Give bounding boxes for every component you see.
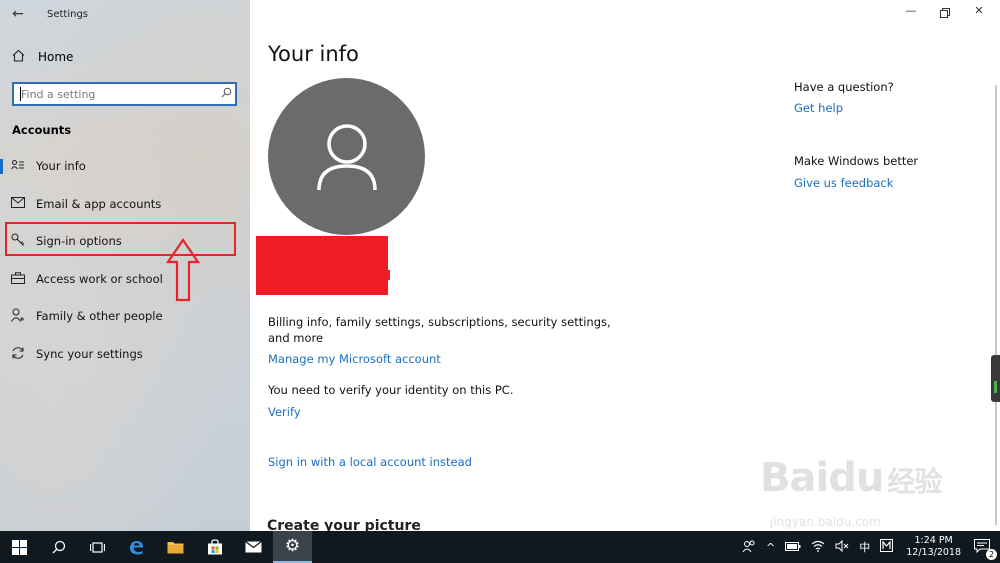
app-title: Settings <box>47 8 89 20</box>
home-label: Home <box>38 50 74 64</box>
store-bag-icon <box>207 539 222 555</box>
store-button[interactable] <box>195 531 234 563</box>
sidebar-item-sync-settings[interactable]: Sync your settings <box>0 340 250 368</box>
improve-heading: Make Windows better <box>794 154 919 168</box>
gear-icon: ⚙ <box>284 536 301 556</box>
sidebar-item-email-app-accounts[interactable]: Email & app accounts <box>0 190 250 218</box>
mail-icon <box>245 541 262 553</box>
mail-button[interactable] <box>234 531 273 563</box>
sidebar-item-label: Email & app accounts <box>36 197 162 211</box>
people-icon[interactable] <box>737 539 761 556</box>
home-nav-item[interactable]: Home <box>12 47 73 67</box>
account-description: Billing info, family settings, subscript… <box>268 315 611 345</box>
file-explorer-button[interactable] <box>156 531 195 563</box>
watermark-text: Bai <box>760 455 829 501</box>
search-icon <box>52 540 65 554</box>
redacted-name <box>256 236 388 295</box>
windows-logo-icon <box>12 539 27 555</box>
accounts-heading: Accounts <box>12 123 72 137</box>
page-title: Your info <box>268 42 359 66</box>
question-heading: Have a question? <box>794 80 894 94</box>
restore-button[interactable] <box>928 4 962 22</box>
back-button[interactable]: ← <box>0 0 36 28</box>
annotation-highlight-box <box>5 222 236 256</box>
baidu-watermark: Baidu 经验 jingyan.baidu.com <box>760 455 960 533</box>
search-placeholder: Find a setting <box>21 87 96 101</box>
task-view-icon <box>90 541 105 553</box>
system-tray: ^ 中 1:24 PM 12/13/2018 2 <box>737 531 1000 563</box>
settings-sidebar: ← Settings Home Find a setting Accounts … <box>0 0 250 531</box>
sidebar-item-access-work-school[interactable]: Access work or school <box>0 265 250 293</box>
battery-icon[interactable] <box>780 541 806 554</box>
back-arrow-icon: ← <box>12 6 24 22</box>
watermark-cn: 经验 <box>887 465 942 498</box>
minimize-button[interactable]: — <box>894 4 928 22</box>
create-picture-heading: Create your picture <box>267 518 421 531</box>
watermark-url: jingyan.baidu.com <box>770 515 881 529</box>
local-account-link[interactable]: Sign in with a local account instead <box>268 455 472 469</box>
ime-indicator[interactable]: 中 <box>854 539 875 555</box>
close-button[interactable]: ✕ <box>962 4 996 22</box>
redacted-name-edge <box>383 270 390 280</box>
clock-date: 12/13/2018 <box>906 547 961 558</box>
ime-mode-icon[interactable] <box>875 539 898 555</box>
avatar[interactable] <box>268 78 425 235</box>
edge-icon <box>130 540 143 554</box>
annotation-up-arrow <box>165 238 201 302</box>
verify-identity-text: You need to verify your identity on this… <box>268 383 514 397</box>
wifi-icon[interactable] <box>806 540 830 555</box>
close-icon: ✕ <box>974 4 984 17</box>
search-icon[interactable] <box>217 87 235 101</box>
chevron-up-icon[interactable]: ^ <box>761 541 780 554</box>
main-content: — ✕ Your info Billing info, family setti… <box>250 0 1000 531</box>
scrollbar[interactable] <box>995 85 997 525</box>
watermark-text2: du <box>828 455 884 501</box>
folder-icon <box>167 542 184 554</box>
mail-icon <box>0 197 36 211</box>
minimize-icon: — <box>905 4 917 17</box>
feedback-link[interactable]: Give us feedback <box>794 176 893 190</box>
clock-time: 1:24 PM <box>914 535 953 546</box>
taskbar-search-button[interactable] <box>39 531 78 563</box>
contact-card-icon <box>0 159 36 174</box>
manage-account-link[interactable]: Manage my Microsoft account <box>268 352 441 366</box>
title-bar: ← Settings <box>0 0 250 28</box>
clock[interactable]: 1:24 PM 12/13/2018 <box>898 535 969 559</box>
briefcase-icon <box>0 271 36 287</box>
text-caret <box>20 87 21 101</box>
person-icon <box>316 123 377 190</box>
sidebar-item-label: Sync your settings <box>36 347 143 361</box>
get-help-link[interactable]: Get help <box>794 101 843 115</box>
sidebar-item-label: Your info <box>36 159 86 173</box>
sidebar-item-label: Family & other people <box>36 309 163 323</box>
sidebar-item-your-info[interactable]: Your info <box>0 152 250 180</box>
home-icon <box>12 49 28 66</box>
search-box[interactable]: Find a setting <box>12 82 237 106</box>
settings-taskbar-button[interactable]: ⚙ <box>273 531 312 563</box>
sidebar-item-label: Access work or school <box>36 272 163 286</box>
action-center-button[interactable]: 2 <box>969 538 1000 560</box>
edge-browser-button[interactable] <box>117 531 156 563</box>
person-add-icon <box>0 308 36 325</box>
taskbar: ⚙ ^ 中 1:24 PM 12/13/2018 2 <box>0 531 1000 563</box>
task-view-button[interactable] <box>78 531 117 563</box>
sidebar-item-family-other-people[interactable]: Family & other people <box>0 302 250 330</box>
edge-widget[interactable] <box>991 355 1000 402</box>
verify-link[interactable]: Verify <box>268 405 301 419</box>
notification-count-badge: 2 <box>986 548 997 560</box>
sync-icon <box>0 346 36 363</box>
volume-muted-icon[interactable] <box>830 539 854 555</box>
restore-icon <box>940 8 950 18</box>
start-button[interactable] <box>0 531 39 563</box>
